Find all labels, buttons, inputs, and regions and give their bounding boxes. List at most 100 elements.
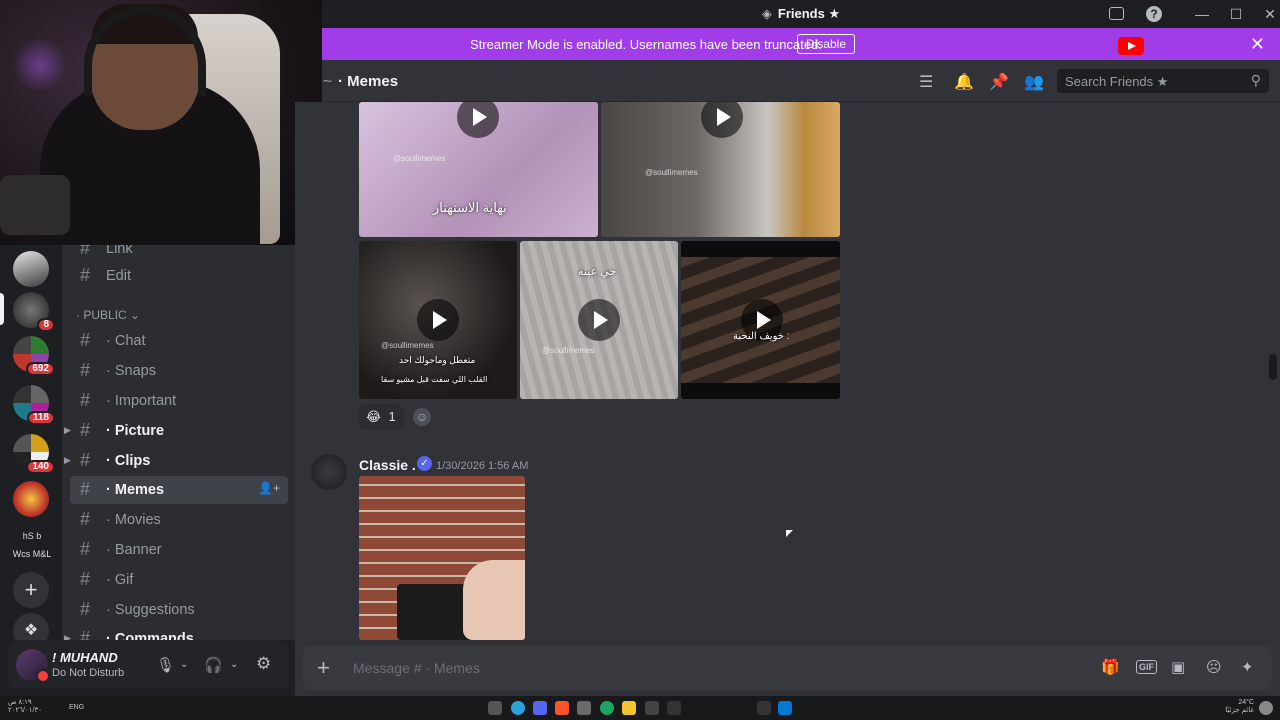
play-icon[interactable] [457, 102, 499, 138]
channel-title-text: Memes [347, 73, 399, 90]
server-list: 8 692 118 140 hS b Wcs M&L + ❖ [0, 245, 62, 649]
youtube-icon[interactable] [1118, 37, 1144, 55]
close-window-icon[interactable]: ✕ [1261, 5, 1279, 23]
server-icon[interactable]: 8 [13, 292, 55, 332]
headphones-icon[interactable]: 🎧 [204, 656, 223, 674]
channel-commands[interactable]: ▶ # · Commands [64, 625, 288, 640]
emoji-icon[interactable]: ☹ [1206, 658, 1222, 676]
category-label: PUBLIC [83, 308, 127, 322]
add-server-button[interactable]: + [13, 572, 49, 608]
minimize-icon[interactable]: — [1193, 5, 1211, 23]
message-input[interactable] [353, 657, 1053, 679]
gift-icon[interactable]: 🎁 [1101, 658, 1120, 676]
server-icon[interactable] [13, 251, 49, 287]
verified-icon: ✓ [417, 456, 432, 471]
close-banner-icon[interactable]: ✕ [1250, 34, 1265, 55]
help-icon[interactable]: ? [1146, 6, 1162, 22]
apps-icon[interactable]: ✦ [1241, 658, 1254, 676]
message-author[interactable]: Classie . [359, 457, 416, 473]
username[interactable]: ! MUHAND [52, 650, 118, 665]
thread-arrow-icon: ▶ [64, 455, 71, 465]
search-icon[interactable] [757, 701, 771, 715]
invite-icon[interactable]: 👤+ [258, 481, 280, 495]
video-attachment[interactable]: @soullimemes نهاية الاستهتار [359, 102, 598, 237]
language-indicator[interactable]: ENG [69, 704, 84, 711]
channel-link[interactable]: # Link [70, 245, 288, 263]
channel-banner[interactable]: # · Banner [70, 536, 288, 564]
add-reaction-icon[interactable]: ☺ [413, 408, 431, 426]
microphone-icon[interactable]: 🎙 [156, 656, 175, 674]
hash-icon: # [80, 599, 91, 619]
disable-streamer-mode-button[interactable]: Disable [797, 34, 856, 54]
maximize-icon[interactable]: ☐ [1227, 5, 1245, 23]
channel-name: Movies [114, 512, 161, 528]
channel-clips[interactable]: ▶ # · Clips [64, 447, 288, 475]
taskbar-app-icon[interactable] [577, 701, 591, 715]
banner-text: Streamer Mode is enabled. Usernames have… [470, 37, 822, 52]
category-header[interactable]: · PUBLIC ⌄ [76, 308, 140, 322]
channel-label: · Picture [106, 423, 165, 439]
brave-icon[interactable] [555, 701, 569, 715]
server-folder[interactable]: 118 [13, 385, 55, 425]
channel-edit[interactable]: # Edit [70, 262, 288, 290]
thread-arrow-icon: ▶ [64, 633, 71, 640]
weather-widget[interactable]: 24°C غائم جزئيًا [1225, 699, 1254, 715]
chevron-down-icon[interactable]: ⌄ [230, 659, 238, 670]
video-attachment[interactable]: @soullimemes [601, 102, 840, 237]
server-folder[interactable]: 140 [13, 434, 55, 474]
windows-start-icon[interactable] [778, 701, 792, 715]
play-icon[interactable] [417, 299, 459, 341]
channel-picture[interactable]: ▶ # · Picture [64, 417, 288, 445]
video-attachment[interactable]: @soullimemes حي عينه [520, 241, 678, 399]
taskbar-app-icon[interactable] [667, 701, 681, 715]
taskbar-app-icon[interactable] [600, 701, 614, 715]
discord-taskbar-icon[interactable] [533, 701, 547, 715]
mention-badge: 140 [26, 460, 55, 474]
video-attachment[interactable]: خويف النحبة : [681, 241, 840, 399]
video-attachment[interactable]: @soullimemes متعطل وماحولك احد القلب الل… [359, 241, 517, 399]
gif-icon[interactable]: GIF [1136, 660, 1157, 674]
taskbar-app-icon[interactable] [645, 701, 659, 715]
telegram-icon[interactable] [511, 701, 525, 715]
search-input[interactable]: Search Friends ★ ⚲ [1057, 69, 1269, 93]
chevron-down-icon[interactable]: ⌄ [180, 659, 188, 670]
play-icon[interactable] [578, 299, 620, 341]
server-folder[interactable]: 692 [13, 336, 55, 376]
channel-important[interactable]: # · Important [70, 387, 288, 415]
composer-area: + 🎁 GIF ▣ ☹ ✦ [295, 640, 1280, 696]
server-text-line[interactable]: Wcs M&L [8, 547, 56, 561]
channel-gif[interactable]: # · Gif [70, 566, 288, 594]
hash-icon: # [80, 420, 91, 440]
hash-icon: # [80, 245, 91, 258]
webcam-overlay [0, 0, 322, 245]
file-explorer-icon[interactable] [622, 701, 636, 715]
taskbar-clock[interactable]: ٨:١٩ ص ٢٠٢٦/٠١/٣٠ [8, 699, 42, 715]
threads-icon[interactable]: ☰ [919, 72, 933, 92]
hash-icon: # [80, 569, 91, 589]
member-list-icon[interactable]: 👥 [1024, 72, 1044, 92]
channel-snaps[interactable]: # · Snaps [70, 357, 288, 385]
reaction-chip[interactable]: 😂 1 [358, 404, 404, 430]
sticker-icon[interactable]: ▣ [1171, 658, 1185, 676]
watermark: @soullimemes [542, 346, 595, 355]
upload-plus-icon[interactable]: + [317, 655, 330, 681]
channel-memes[interactable]: # · Memes 👤+ [70, 476, 288, 504]
channel-suggestions[interactable]: # · Suggestions [70, 596, 288, 624]
bell-icon[interactable]: 🔔 [954, 72, 974, 92]
avatar[interactable] [311, 454, 347, 490]
inbox-icon[interactable] [1109, 7, 1124, 20]
hash-icon: # [80, 539, 91, 559]
channel-chat[interactable]: # · Chat [70, 327, 288, 355]
play-icon[interactable] [701, 102, 743, 138]
server-text-line[interactable]: hS b [8, 529, 56, 543]
gear-icon[interactable]: ⚙ [256, 654, 271, 674]
video-attachment[interactable] [359, 476, 525, 640]
scrollbar[interactable] [1269, 354, 1277, 380]
hash-icon: # [80, 479, 91, 499]
channel-name: Clips [114, 453, 151, 469]
avatar[interactable] [16, 649, 50, 683]
server-icon[interactable] [13, 481, 49, 517]
pin-icon[interactable]: 📌 [989, 72, 1009, 92]
channel-movies[interactable]: # · Movies [70, 506, 288, 534]
taskbar-app-icon[interactable] [488, 701, 502, 715]
